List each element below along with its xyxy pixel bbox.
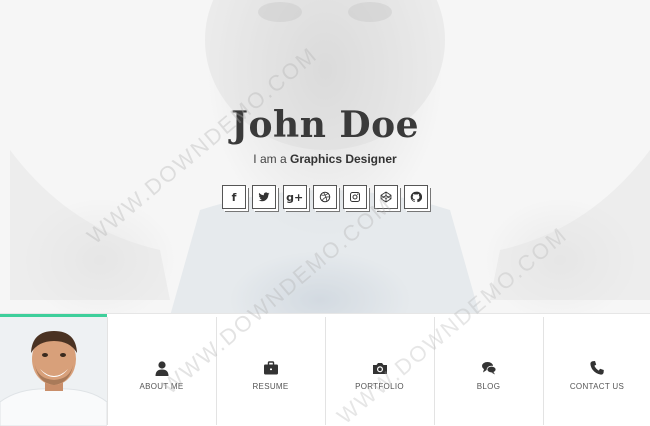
nav-contact-us[interactable]: CONTACT US	[543, 317, 650, 425]
briefcase-icon	[263, 360, 279, 376]
github-icon	[410, 191, 422, 203]
codepen-button[interactable]	[373, 185, 398, 209]
nav-label-about-me: ABOUT ME	[139, 381, 184, 391]
google-plus-icon: g+	[286, 190, 304, 204]
instagram-icon	[350, 192, 361, 202]
main-navigation: ABOUT ME RESUME PORTFOLIO BLOG CONTACT U…	[0, 313, 650, 426]
twitter-icon	[258, 192, 270, 202]
facebook-icon: f	[231, 190, 237, 204]
nav-resume[interactable]: RESUME	[216, 317, 324, 425]
github-button[interactable]	[403, 185, 428, 209]
nav-label-portfolio: PORTFOLIO	[355, 381, 404, 391]
hero-name: John Doe	[230, 104, 420, 146]
hero-banner: John Doe I am a Graphics Designer f g+	[0, 0, 650, 316]
user-icon	[154, 360, 170, 376]
nav-about-me[interactable]: ABOUT ME	[107, 317, 215, 425]
twitter-button[interactable]	[252, 185, 277, 209]
nav-label-contact-us: CONTACT US	[569, 381, 625, 391]
nav-portfolio[interactable]: PORTFOLIO	[325, 317, 433, 425]
comments-icon	[481, 360, 497, 376]
facebook-button[interactable]: f	[222, 185, 246, 209]
instagram-button[interactable]	[343, 185, 368, 209]
nav-label-resume: RESUME	[252, 381, 289, 391]
nav-label-blog: BLOG	[476, 381, 501, 391]
avatar	[0, 314, 107, 426]
google-plus-button[interactable]: g+	[282, 185, 307, 209]
camera-icon	[372, 360, 388, 376]
dribbble-icon	[319, 191, 331, 203]
social-links: f g+	[222, 185, 428, 211]
nav-blog[interactable]: BLOG	[434, 317, 542, 425]
phone-icon	[589, 360, 605, 376]
dribbble-button[interactable]	[312, 185, 337, 209]
codepen-icon	[380, 191, 392, 203]
tagline-role: Graphics Designer	[289, 152, 397, 166]
tagline-prefix: I am a	[253, 152, 287, 166]
avatar-photo	[0, 317, 107, 426]
hero-tagline: I am a Graphics Designer	[0, 152, 650, 166]
